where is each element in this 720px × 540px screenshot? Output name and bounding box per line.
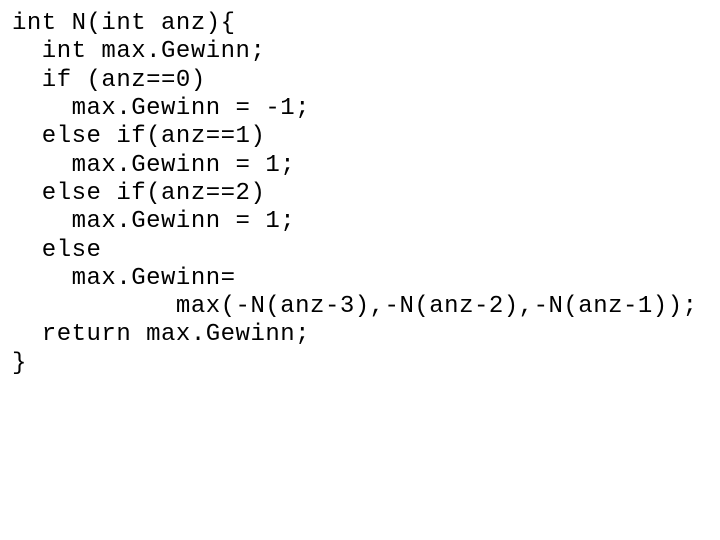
code-line: max.Gewinn = 1; (12, 152, 295, 179)
code-line: else (12, 237, 101, 264)
code-line: return max.Gewinn; (12, 321, 310, 348)
code-line: max.Gewinn = 1; (12, 208, 295, 235)
code-line: else if(anz==1) (12, 123, 265, 150)
code-block: int N(int anz){ int max.Gewinn; if (anz=… (0, 0, 720, 378)
code-line: int N(int anz){ (12, 10, 236, 37)
code-line: max.Gewinn= (12, 265, 236, 292)
code-line: if (anz==0) (12, 67, 206, 94)
code-line: } (12, 350, 27, 377)
code-line: max(-N(anz-3),-N(anz-2),-N(anz-1)); (12, 293, 698, 320)
code-line: max.Gewinn = -1; (12, 95, 310, 122)
code-line: int max.Gewinn; (12, 38, 265, 65)
code-line: else if(anz==2) (12, 180, 265, 207)
